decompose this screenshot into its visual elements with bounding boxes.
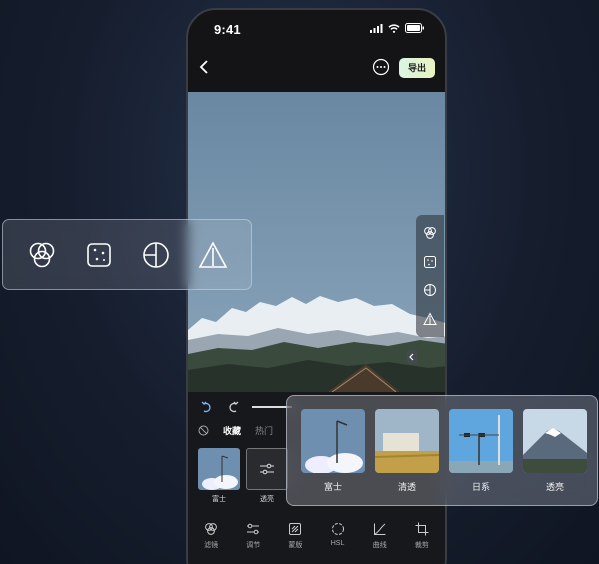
warning-triangle-icon[interactable]: [198, 240, 228, 270]
nav-item-filter[interactable]: 滤镜: [191, 522, 231, 550]
filter-label: 日系: [471, 482, 490, 492]
tab-favorites[interactable]: 收藏: [223, 424, 241, 437]
status-bar: 9:41: [188, 10, 445, 48]
nav-item-crop[interactable]: 裁剪: [402, 522, 442, 550]
redo-icon[interactable]: [226, 400, 240, 414]
filter-icon: [205, 523, 217, 535]
filter-card[interactable]: 清透: [375, 409, 439, 505]
signal-icon: [370, 23, 383, 33]
sliders-icon: [260, 463, 274, 475]
filter-thumbnail-selected[interactable]: 透亮: [246, 448, 288, 504]
battery-icon: [405, 23, 424, 33]
curve-icon: [373, 523, 386, 535]
hsl-icon: [331, 523, 344, 535]
adjust-icon: [247, 523, 260, 535]
filter-label: 透亮: [260, 496, 274, 503]
top-nav: 导出: [188, 48, 445, 88]
floating-filter-panel: 富士 清透 日系 透亮: [286, 395, 598, 506]
filter-card[interactable]: 富士: [301, 409, 365, 505]
no-filter-icon[interactable]: [198, 425, 209, 436]
chevron-left-icon: [409, 353, 414, 361]
grain-icon[interactable]: [423, 255, 437, 269]
split-tone-icon[interactable]: [423, 283, 437, 297]
filter-label: 富士: [212, 496, 226, 503]
floating-tool-panel: [2, 219, 252, 290]
tab-hot[interactable]: 热门: [255, 424, 273, 437]
filter-thumbnail[interactable]: 富士: [198, 448, 240, 504]
wifi-icon: [388, 23, 400, 33]
status-time: 9:41: [214, 22, 241, 37]
nav-item-mask[interactable]: 蒙版: [275, 522, 315, 550]
filter-label: 富士: [323, 482, 342, 492]
export-button[interactable]: 导出: [399, 58, 435, 78]
split-tone-icon[interactable]: [141, 240, 171, 270]
filter-card[interactable]: 日系: [449, 409, 513, 505]
color-circles-icon[interactable]: [27, 240, 57, 270]
crop-icon: [415, 522, 429, 536]
side-tools-panel: [416, 215, 444, 337]
filter-card[interactable]: 透亮: [523, 409, 587, 505]
filter-thumbnail-row: 富士 透亮: [198, 448, 288, 504]
grain-icon[interactable]: [84, 240, 114, 270]
undo-icon[interactable]: [200, 400, 214, 414]
more-options-icon[interactable]: [372, 58, 390, 76]
warning-triangle-icon[interactable]: [423, 312, 437, 326]
nav-item-adjust[interactable]: 调节: [233, 522, 273, 550]
back-icon[interactable]: [196, 58, 214, 76]
mask-icon: [289, 523, 302, 535]
nav-item-hsl[interactable]: HSL: [318, 522, 358, 550]
side-panel-toggle[interactable]: [407, 350, 417, 364]
bottom-nav: 滤镜 调节 蒙版 HSL 曲线 裁剪: [188, 522, 445, 550]
filter-label: 清透: [397, 482, 416, 492]
filter-label: 透亮: [545, 482, 564, 492]
filter-category-tabs: 收藏 热门: [198, 424, 273, 437]
color-circles-icon[interactable]: [423, 226, 437, 240]
nav-item-curve[interactable]: 曲线: [360, 522, 400, 550]
